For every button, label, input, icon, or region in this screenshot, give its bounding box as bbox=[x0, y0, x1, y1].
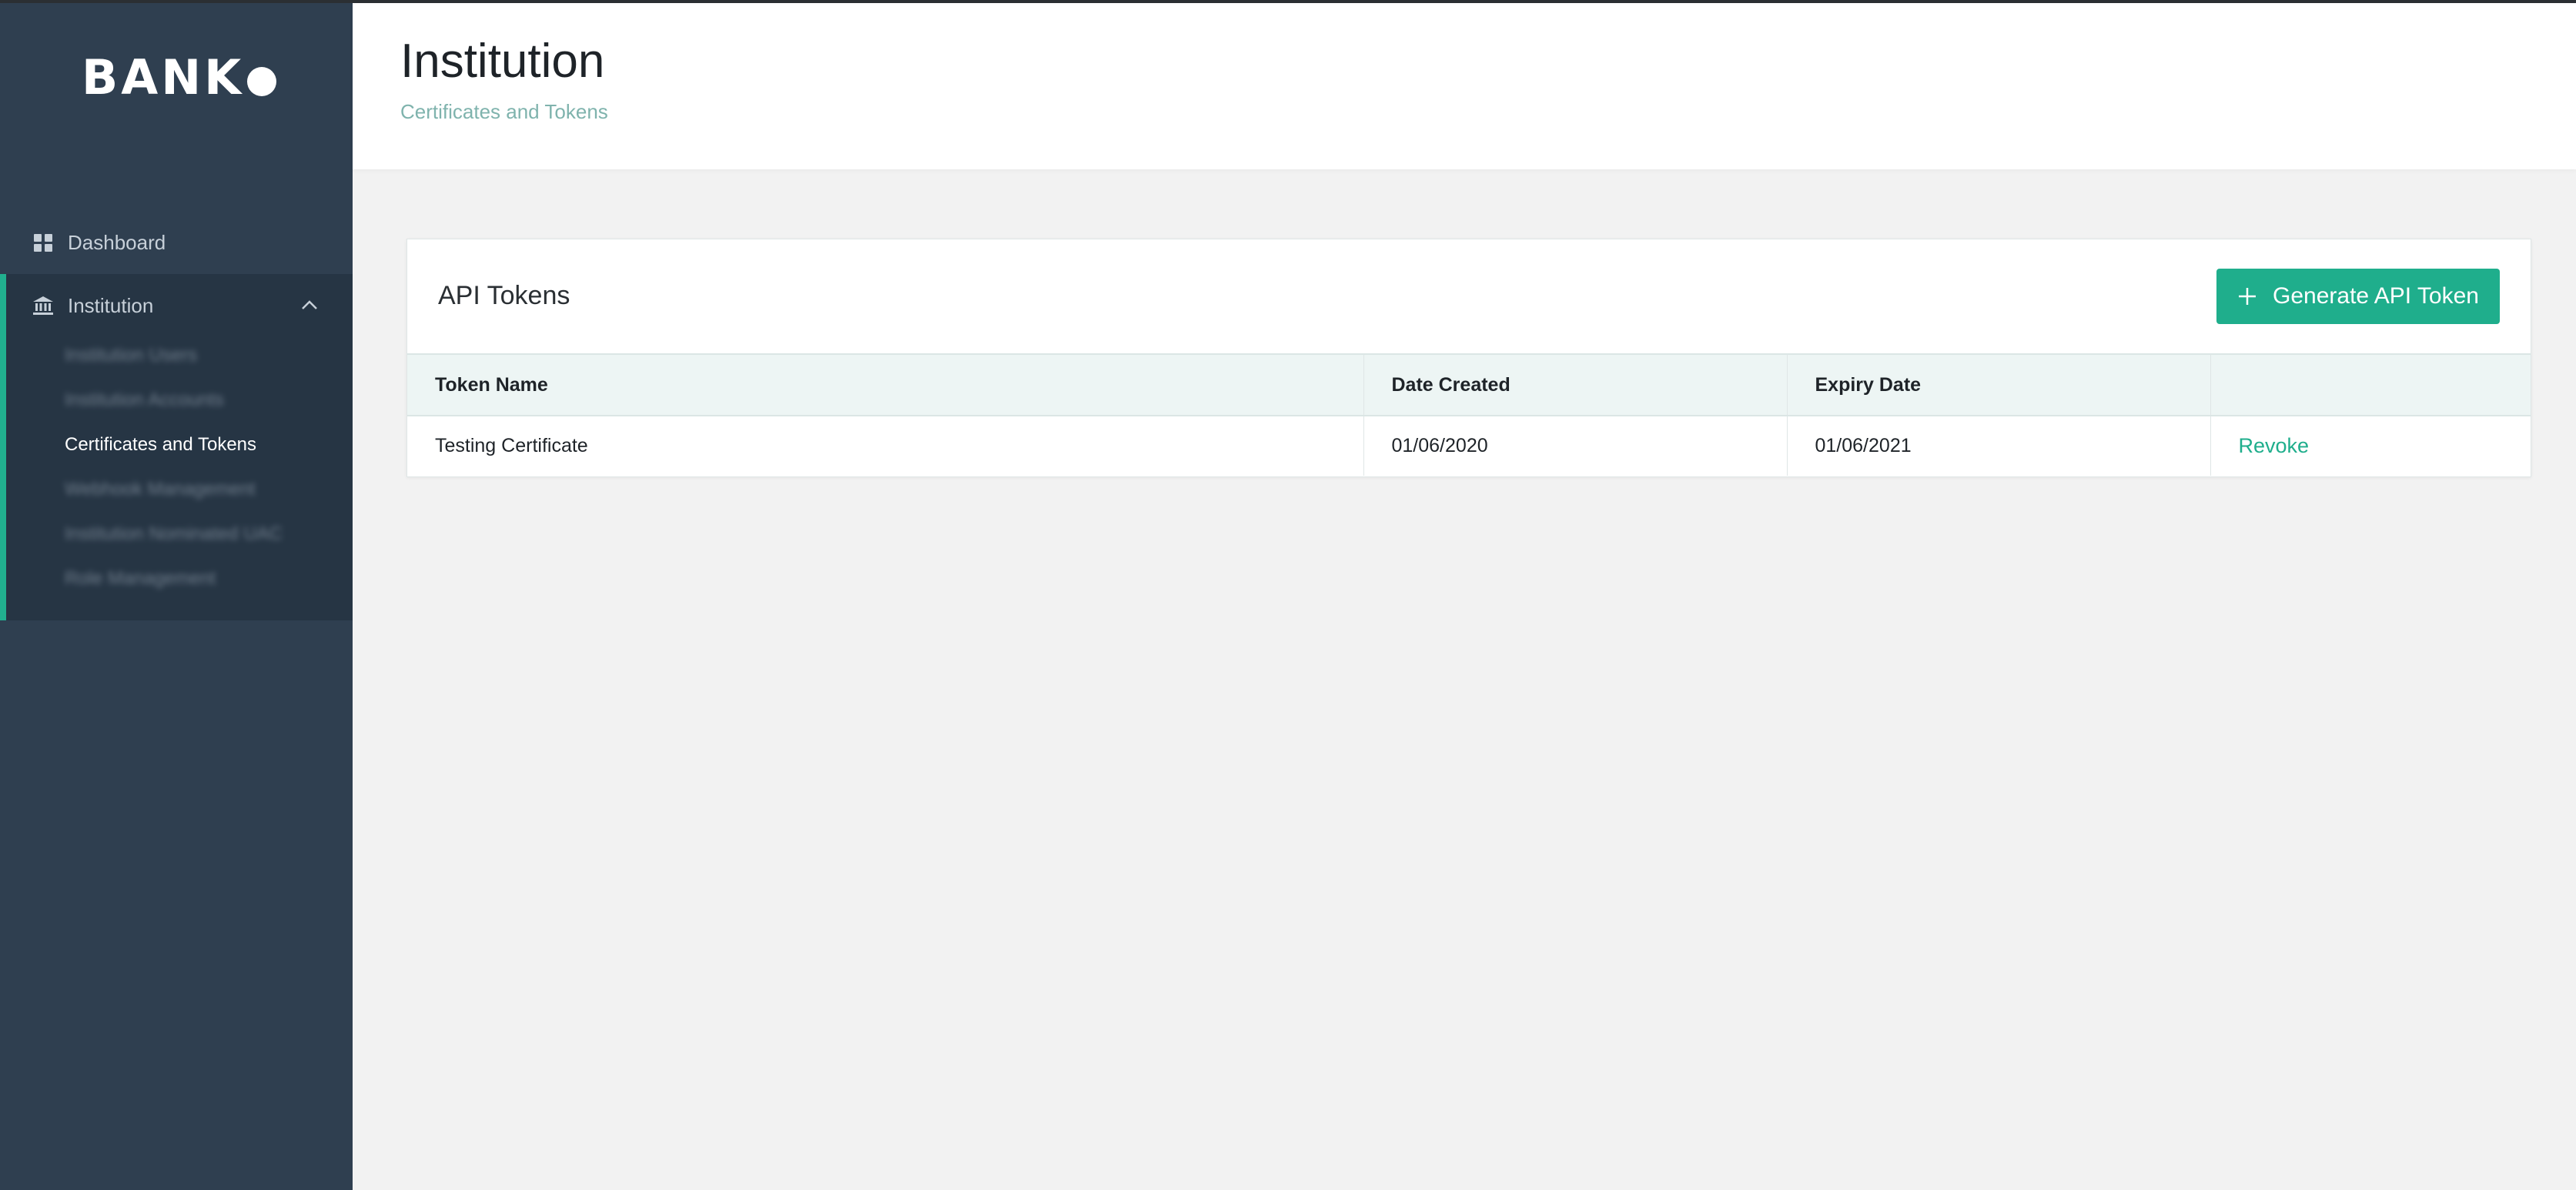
sidebar-subitem-institution-accounts[interactable]: Institution Accounts bbox=[65, 389, 224, 411]
actions-cell: Revoke bbox=[2210, 416, 2531, 476]
column-header-date-created: Date Created bbox=[1363, 354, 1788, 416]
table-header-row: Token Name Date Created Expiry Date bbox=[407, 354, 2531, 416]
sidebar-subitem-institution-users[interactable]: Institution Users bbox=[65, 345, 197, 366]
table-row: Testing Certificate 01/06/2020 01/06/202… bbox=[407, 416, 2531, 476]
sidebar-subitem-webhook-management[interactable]: Webhook Management bbox=[65, 479, 256, 500]
column-header-expiry-date: Expiry Date bbox=[1787, 354, 2211, 416]
window-top-border bbox=[0, 0, 2576, 3]
generate-api-token-button[interactable]: Generate API Token bbox=[2216, 269, 2500, 324]
sidebar: BANK Dashboard Institution Institution U… bbox=[0, 0, 353, 1190]
page-title: Institution bbox=[400, 35, 605, 88]
institution-group: Institution Institution Users Institutio… bbox=[0, 274, 353, 620]
token-name-cell: Testing Certificate bbox=[407, 416, 1364, 476]
logo-text: BANK bbox=[82, 48, 245, 105]
sidebar-subitem-role-management[interactable]: Role Management bbox=[65, 568, 216, 590]
column-header-actions bbox=[2210, 354, 2531, 416]
sidebar-item-label: Dashboard bbox=[68, 230, 166, 254]
column-header-token-name: Token Name bbox=[407, 354, 1364, 416]
sidebar-subitem-certificates-and-tokens[interactable]: Certificates and Tokens bbox=[65, 434, 256, 456]
logo-dot bbox=[247, 67, 277, 96]
breadcrumb: Certificates and Tokens bbox=[400, 100, 608, 123]
sidebar-subitem-institution-nominated[interactable]: Institution Nominated UAC bbox=[65, 523, 283, 545]
page-header: Institution Certificates and Tokens bbox=[353, 3, 2576, 169]
sidebar-item-label: Institution bbox=[68, 293, 154, 317]
date-created-cell: 01/06/2020 bbox=[1363, 416, 1788, 476]
card-title: API Tokens bbox=[438, 281, 570, 310]
expiry-date-cell: 01/06/2021 bbox=[1787, 416, 2211, 476]
revoke-link[interactable]: Revoke bbox=[2239, 434, 2310, 457]
sidebar-item-dashboard[interactable]: Dashboard bbox=[0, 211, 353, 274]
bank-logo[interactable]: BANK bbox=[82, 48, 277, 105]
plus-icon bbox=[2239, 288, 2257, 305]
sidebar-item-institution[interactable]: Institution bbox=[0, 274, 353, 337]
tokens-table: Token Name Date Created Expiry Date Test… bbox=[407, 353, 2531, 476]
generate-button-label: Generate API Token bbox=[2273, 283, 2479, 309]
chevron-up-icon[interactable] bbox=[299, 295, 320, 316]
api-tokens-card: API Tokens Generate API Token Token Name… bbox=[406, 239, 2531, 477]
bank-icon bbox=[33, 296, 53, 315]
grid-icon bbox=[34, 234, 52, 252]
